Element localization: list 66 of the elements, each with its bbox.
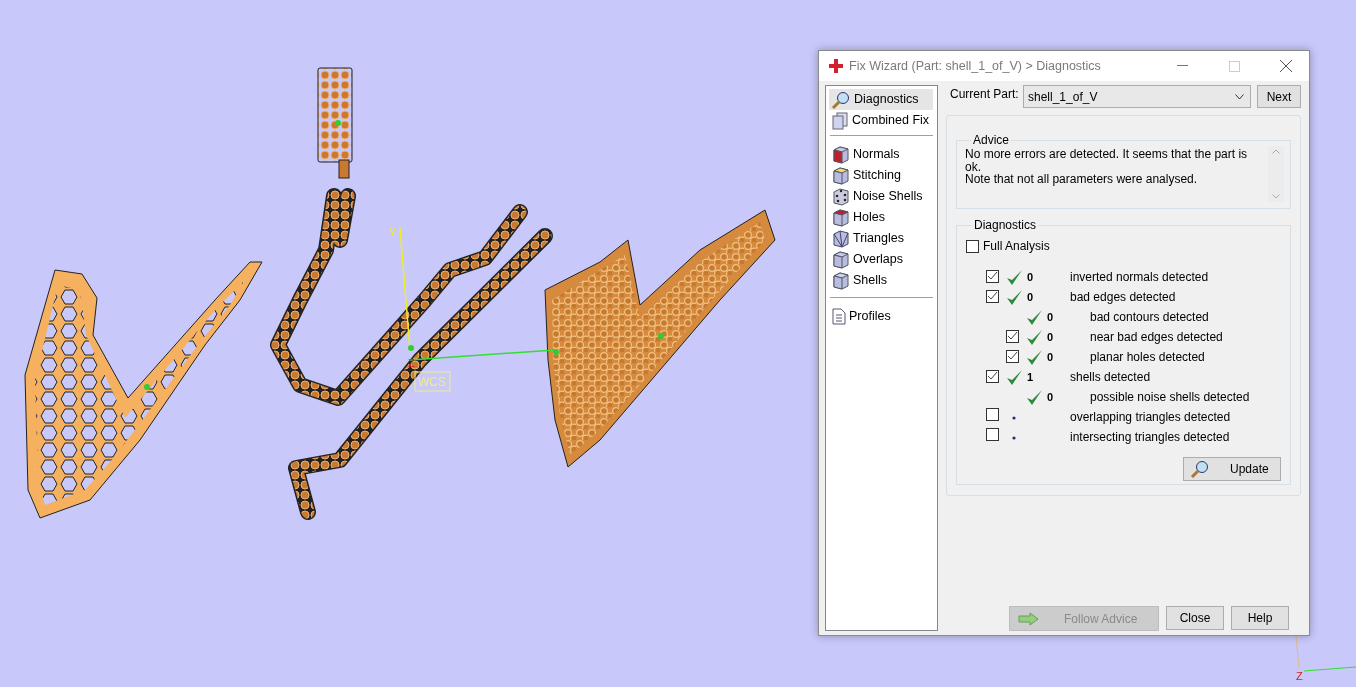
- cube-icon: [832, 229, 850, 248]
- sidebar-item[interactable]: Triangles: [830, 228, 933, 249]
- diagnostic-label: possible noise shells detected: [1090, 389, 1251, 406]
- diagnostic-label: planar holes detected: [1090, 349, 1206, 366]
- count-value: 0: [1047, 349, 1055, 365]
- search-icon: [1190, 460, 1210, 478]
- field-label: Current Part:: [950, 86, 1017, 103]
- cube-icon: [832, 250, 850, 269]
- diagnostic-label: overlapping triangles detected: [1070, 409, 1232, 426]
- axis-label: Z: [1296, 670, 1303, 682]
- axis-label: Z: [408, 357, 415, 369]
- frame-label: WCS: [414, 371, 451, 392]
- sidebar-item[interactable]: Noise Shells: [830, 186, 933, 207]
- count-value: 0: [1047, 329, 1055, 345]
- cube-icon: [832, 208, 850, 227]
- checkbox[interactable]: [986, 269, 999, 283]
- sidebar-item[interactable]: Shells: [830, 270, 933, 291]
- count-value: 0: [1027, 269, 1035, 285]
- group-title: Diagnostics: [973, 219, 1038, 231]
- sidebar-item[interactable]: Stitching: [830, 165, 933, 186]
- advice-text: No more errors are detected. It seems that the part is ok. Note that not all parameters were analysed.: [965, 146, 1249, 189]
- checkbox[interactable]: [966, 239, 979, 253]
- pages-icon: [831, 111, 849, 130]
- cross-icon: [829, 59, 843, 73]
- minimize-icon[interactable]: [1176, 65, 1188, 67]
- caret-icon: [1235, 93, 1244, 100]
- corner-axis-drawing: [1295, 635, 1356, 672]
- dice-icon: [832, 187, 850, 206]
- sidebar-item[interactable]: Normals: [830, 144, 933, 165]
- sidebar-item[interactable]: Combined Fix: [829, 110, 933, 131]
- sidebar-item[interactable]: Diagnostics: [829, 89, 933, 110]
- diagnostic-label: intersecting triangles detected: [1070, 429, 1231, 446]
- count-value: 0: [1027, 289, 1035, 305]
- dialog-button[interactable]: Help: [1231, 606, 1289, 630]
- search-icon: [831, 90, 851, 109]
- window-title: Fix Wizard (Part: shell_1_of_V) > Diagnostics: [849, 57, 1102, 75]
- count-value: 1: [1027, 369, 1035, 385]
- checkbox[interactable]: [986, 408, 999, 421]
- diagnostic-label: bad contours detected: [1090, 309, 1210, 326]
- checkbox[interactable]: [1006, 329, 1019, 343]
- next-button[interactable]: Next: [1257, 85, 1301, 108]
- group-title: Advice: [972, 134, 1011, 146]
- diagnostic-label: near bad edges detected: [1090, 329, 1224, 346]
- sidebar-item[interactable]: Holes: [830, 207, 933, 228]
- dialog-button[interactable]: Close: [1166, 606, 1224, 630]
- checkbox-label: Full Analysis: [983, 238, 1050, 255]
- diagnostic-label: inverted normals detected: [1070, 269, 1210, 286]
- part-dropdown[interactable]: shell_1_of_V: [1023, 85, 1251, 108]
- count-value: 0: [1047, 389, 1055, 405]
- checkbox[interactable]: [986, 289, 999, 303]
- cube-icon: [832, 145, 850, 164]
- diagnostic-label: shells detected: [1070, 369, 1152, 386]
- update-button[interactable]: Update: [1183, 457, 1281, 481]
- sidebar-item[interactable]: Overlaps: [830, 249, 933, 270]
- document-icon: [832, 308, 846, 325]
- count-value: 0: [1047, 309, 1055, 325]
- axis-label: Y: [389, 226, 397, 238]
- close-icon[interactable]: [1280, 60, 1292, 72]
- checkbox[interactable]: [986, 369, 999, 383]
- arrow-icon: [1018, 611, 1040, 626]
- diagnostic-label: bad edges detected: [1070, 289, 1177, 306]
- checkbox[interactable]: [986, 428, 999, 441]
- sidebar-item[interactable]: Profiles: [830, 306, 933, 327]
- cube-icon: [832, 271, 850, 290]
- checkbox[interactable]: [1006, 349, 1019, 363]
- cube-icon: [832, 166, 850, 185]
